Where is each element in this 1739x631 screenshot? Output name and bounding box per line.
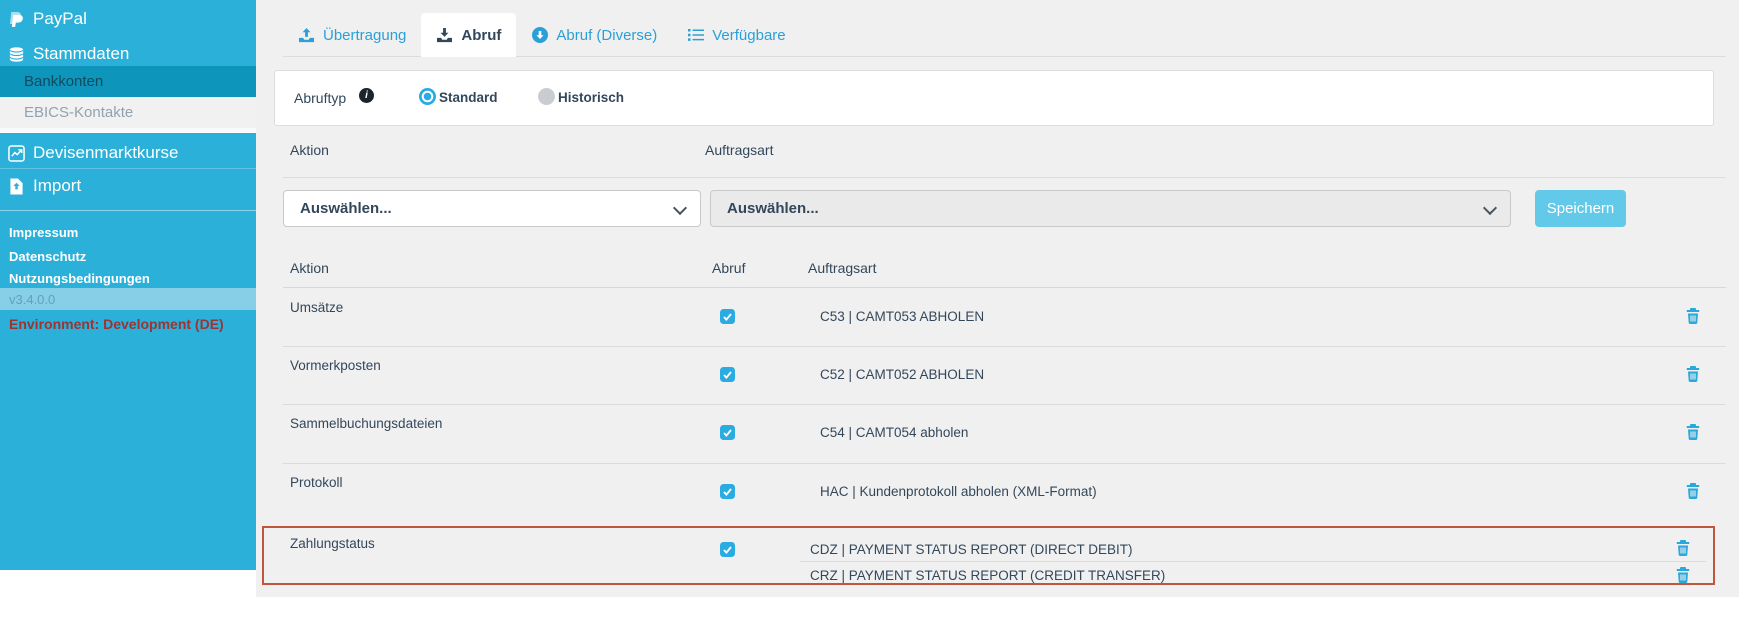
trash-icon <box>1686 366 1700 382</box>
trash-icon <box>1676 567 1690 583</box>
aktion-select-value: Auswählen... <box>300 200 392 217</box>
sidebar-item-label: PayPal <box>33 9 87 29</box>
sidebar-link-label: Nutzungsbedingungen <box>9 271 150 286</box>
row-action-label: Vormerkposten <box>290 358 381 373</box>
download-icon <box>436 26 453 44</box>
sidebar-item-devisenmarktkurse[interactable]: Devisenmarktkurse <box>0 139 256 167</box>
auftragsart-form-label: Auftragsart <box>705 142 773 158</box>
environment-text: Environment: Development (DE) <box>9 316 224 332</box>
tab-abruf-diverse[interactable]: Abruf (Diverse) <box>516 13 672 57</box>
delete-button[interactable] <box>1676 567 1690 583</box>
paypal-icon <box>8 10 25 28</box>
trash-icon <box>1686 483 1700 499</box>
abruftyp-panel: Abruftyp i Standard Historisch <box>274 70 1714 126</box>
tab-bar: Übertragung Abruf Abruf (Diverse) Verfüg… <box>283 13 801 57</box>
auftragsart-select[interactable]: Auswählen... <box>710 190 1511 227</box>
sidebar-item-stammdaten[interactable]: Stammdaten <box>0 40 256 68</box>
radio-historisch[interactable] <box>538 88 555 105</box>
table-row: Protokoll HAC | Kundenprotokoll abholen … <box>274 463 1726 521</box>
environment-label: Environment: Development (DE) <box>0 312 256 336</box>
trash-icon <box>1686 308 1700 324</box>
sidebar-item-ebics-kontakte[interactable]: EBICS-Kontakte <box>0 97 256 128</box>
sidebar-item-import[interactable]: Import <box>0 172 256 200</box>
row-action-label: Umsätze <box>290 300 343 315</box>
abruf-checkbox[interactable] <box>720 484 735 499</box>
tab-label: Abruf (Diverse) <box>556 27 657 44</box>
trash-icon <box>1676 540 1690 556</box>
aktion-select[interactable]: Auswählen... <box>283 190 701 227</box>
info-icon[interactable]: i <box>359 88 374 103</box>
tab-label: Verfügbare <box>712 27 785 44</box>
radio-standard[interactable] <box>419 88 436 105</box>
sidebar-link-label: Impressum <box>9 225 78 240</box>
sidebar-link-nutzungsbedingungen[interactable]: Nutzungsbedingungen <box>0 268 256 288</box>
radio-standard-label[interactable]: Standard <box>439 90 498 105</box>
sidebar-divider <box>0 128 256 133</box>
table-row: Vormerkposten C52 | CAMT052 ABHOLEN <box>274 346 1726 404</box>
app-window: PayPal Stammdaten Bankkonten EBICS-Konta… <box>0 0 1739 631</box>
sidebar-item-label: EBICS-Kontakte <box>24 104 133 121</box>
row-action-label: Protokoll <box>290 475 343 490</box>
row-order-label: HAC | Kundenprotokoll abholen (XML-Forma… <box>820 484 1097 499</box>
sidebar-divider <box>0 168 256 169</box>
row-order-label: C53 | CAMT053 ABHOLEN <box>820 309 984 324</box>
sidebar-item-bankkonten-active[interactable]: Bankkonten <box>0 66 256 97</box>
chart-icon <box>8 144 25 162</box>
abruftyp-label: Abruftyp <box>294 90 346 106</box>
table-row: Umsätze C53 | CAMT053 ABHOLEN <box>274 288 1726 346</box>
row-order-label: C52 | CAMT052 ABHOLEN <box>820 367 984 382</box>
delete-button[interactable] <box>1686 308 1700 324</box>
sidebar-link-label: Datenschutz <box>9 249 86 264</box>
chevron-down-icon <box>673 201 687 215</box>
sidebar-link-impressum[interactable]: Impressum <box>0 222 256 242</box>
tab-verfuegbare[interactable]: Verfügbare <box>672 13 800 57</box>
abruf-checkbox[interactable] <box>720 309 735 324</box>
version-label: v3.4.0.0 <box>0 288 256 310</box>
row-order-label: CRZ | PAYMENT STATUS REPORT (CREDIT TRAN… <box>810 568 1165 583</box>
trash-icon <box>1686 424 1700 440</box>
upload-icon <box>298 26 315 44</box>
row-order-label: CDZ | PAYMENT STATUS REPORT (DIRECT DEBI… <box>810 542 1133 557</box>
sidebar-divider <box>0 210 256 211</box>
sidebar-link-datenschutz[interactable]: Datenschutz <box>0 246 256 266</box>
form-divider <box>283 177 1726 178</box>
auftragsart-select-value: Auswählen... <box>727 200 819 217</box>
tab-label: Abruf <box>461 27 501 44</box>
delete-button[interactable] <box>1686 483 1700 499</box>
sidebar-item-label: Devisenmarktkurse <box>33 143 179 163</box>
sidebar-item-label: Stammdaten <box>33 44 129 64</box>
save-button[interactable]: Speichern <box>1535 190 1626 227</box>
row-action-label: Sammelbuchungsdateien <box>290 416 442 431</box>
table-header-abruf: Abruf <box>712 260 745 276</box>
table-row: Sammelbuchungsdateien C54 | CAMT054 abho… <box>274 404 1726 462</box>
sidebar-item-label: Bankkonten <box>24 73 103 90</box>
row-divider <box>800 561 1706 562</box>
sidebar-item-label: Import <box>33 176 81 196</box>
import-file-icon <box>8 177 25 195</box>
row-order-label: C54 | CAMT054 abholen <box>820 425 968 440</box>
delete-button[interactable] <box>1686 366 1700 382</box>
sidebar-item-paypal[interactable]: PayPal <box>0 5 256 33</box>
abruf-checkbox[interactable] <box>720 425 735 440</box>
database-icon <box>8 45 25 63</box>
aktion-form-label: Aktion <box>290 142 329 158</box>
tab-abruf[interactable]: Abruf <box>421 13 516 57</box>
circle-down-icon <box>531 26 548 44</box>
table-header-auftragsart: Auftragsart <box>808 260 876 276</box>
row-action-label: Zahlungstatus <box>290 536 375 551</box>
tab-uebertragung[interactable]: Übertragung <box>283 13 421 57</box>
abruf-checkbox[interactable] <box>720 542 735 557</box>
sidebar: PayPal Stammdaten Bankkonten EBICS-Konta… <box>0 0 256 570</box>
delete-button[interactable] <box>1676 540 1690 556</box>
chevron-down-icon <box>1483 201 1497 215</box>
list-icon <box>687 26 704 44</box>
version-text: v3.4.0.0 <box>9 292 55 307</box>
delete-button[interactable] <box>1686 424 1700 440</box>
abruf-checkbox[interactable] <box>720 367 735 382</box>
table-header-aktion: Aktion <box>290 260 329 276</box>
radio-historisch-label[interactable]: Historisch <box>558 90 624 105</box>
tab-label: Übertragung <box>323 27 406 44</box>
table-row-highlighted: Zahlungstatus CDZ | PAYMENT STATUS REPOR… <box>262 526 1715 585</box>
